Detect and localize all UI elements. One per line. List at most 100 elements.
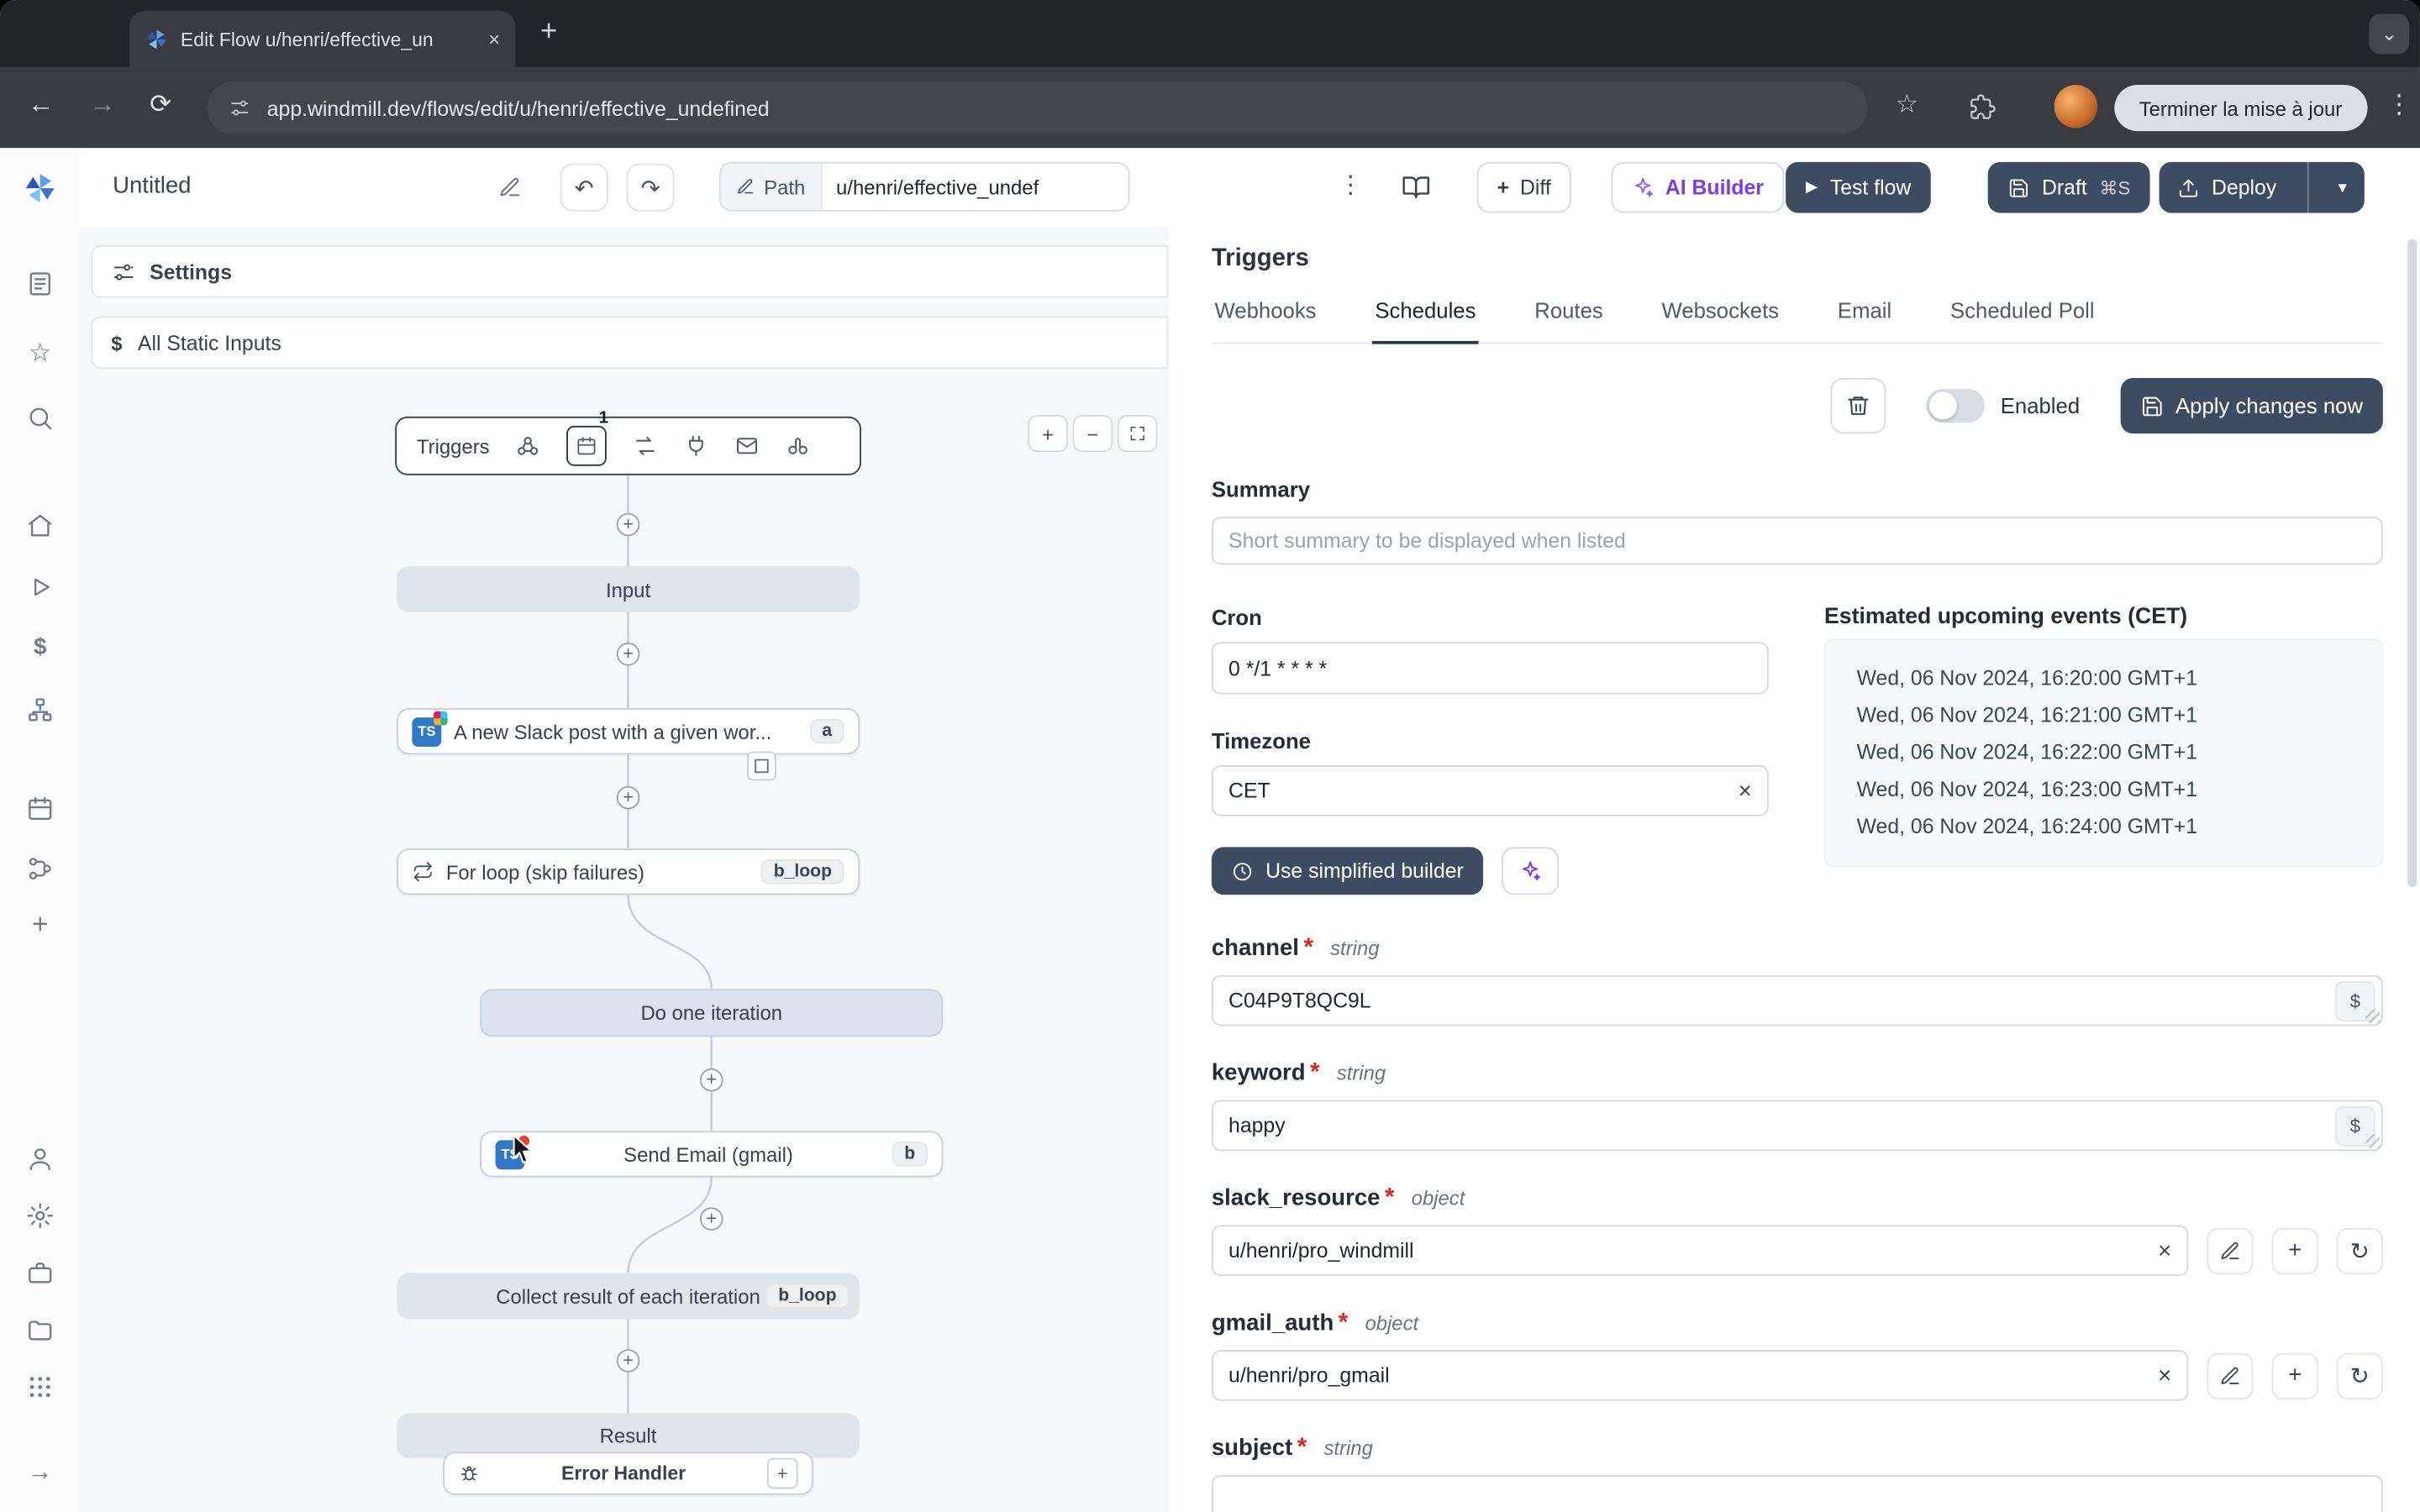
reload-button[interactable]: ⟳ xyxy=(150,90,171,121)
add-resource-button[interactable]: + xyxy=(2271,1227,2318,1274)
websocket-trigger-icon[interactable] xyxy=(684,433,708,458)
simplified-builder-button[interactable]: Use simplified builder xyxy=(1211,847,1484,895)
slack-resource-input[interactable] xyxy=(1211,1225,2189,1276)
sidebar-item-account[interactable] xyxy=(0,1145,81,1173)
zoom-out-button[interactable]: − xyxy=(1072,415,1113,453)
sidebar-item-runs-play[interactable] xyxy=(0,574,81,600)
tab-routes[interactable]: Routes xyxy=(1532,297,1607,342)
schedule-trigger-button[interactable]: 1 xyxy=(566,409,608,466)
ai-cron-button[interactable] xyxy=(1502,847,1560,895)
ai-builder-button[interactable]: AI Builder xyxy=(1611,161,1784,213)
input-node[interactable]: Input xyxy=(397,566,860,613)
back-button[interactable]: ← xyxy=(28,90,54,121)
tab-close-icon[interactable]: × xyxy=(488,28,500,51)
sidebar-item-workers[interactable] xyxy=(0,1259,81,1287)
draft-button[interactable]: Draft ⌘S xyxy=(1987,161,2151,213)
path-input[interactable] xyxy=(822,163,1128,210)
insert-step-button[interactable]: + xyxy=(616,642,640,666)
subject-input[interactable] xyxy=(1211,1474,2383,1512)
bookmark-star-icon[interactable]: ☆ xyxy=(1896,90,1919,121)
tab-search-chevron-icon[interactable]: ⌄ xyxy=(2369,13,2410,55)
iteration-node[interactable]: Do one iteration xyxy=(480,989,944,1037)
forward-button[interactable]: → xyxy=(90,90,116,121)
sidebar-item-home[interactable] xyxy=(0,512,81,540)
email-step-node[interactable]: TS Send Email (gmail) b xyxy=(480,1131,944,1178)
address-bar[interactable]: app.windmill.dev/flows/edit/u/henri/effe… xyxy=(207,81,1868,134)
insert-step-button[interactable]: + xyxy=(699,1068,723,1092)
zoom-in-button[interactable]: + xyxy=(1028,415,1069,453)
timezone-clear-icon[interactable]: × xyxy=(1739,778,1752,804)
tab-webhooks[interactable]: Webhooks xyxy=(1212,297,1319,342)
poll-trigger-icon[interactable] xyxy=(786,433,810,458)
sidebar-item-add[interactable]: + xyxy=(0,909,81,942)
timezone-input[interactable] xyxy=(1211,765,1769,816)
add-resource-button[interactable]: + xyxy=(2271,1352,2318,1399)
new-tab-button[interactable]: + xyxy=(540,15,557,49)
cron-input[interactable] xyxy=(1211,642,1769,695)
sidebar-item-runs[interactable] xyxy=(0,270,81,297)
gmail-auth-input[interactable] xyxy=(1211,1350,2189,1401)
sidebar-item-folders[interactable] xyxy=(0,1316,81,1344)
forloop-node[interactable]: For loop (skip failures) b_loop xyxy=(397,848,860,895)
extensions-puzzle-icon[interactable] xyxy=(1970,94,1996,120)
webhook-trigger-icon[interactable] xyxy=(516,433,540,458)
site-controls-icon[interactable] xyxy=(229,97,250,119)
insert-step-button[interactable]: + xyxy=(616,785,640,810)
deploy-chevron-icon[interactable]: ▾ xyxy=(2321,177,2364,197)
channel-input[interactable] xyxy=(1211,974,2383,1026)
sidebar-item-resources[interactable] xyxy=(0,696,81,723)
collapse-subflow-button[interactable] xyxy=(746,751,776,781)
add-error-handler-button[interactable]: + xyxy=(766,1457,798,1489)
delete-schedule-button[interactable] xyxy=(1830,377,1886,434)
sidebar-item-settings-gear-icon[interactable] xyxy=(0,1202,81,1230)
enabled-toggle[interactable] xyxy=(1926,388,1986,423)
collect-node[interactable]: Collect result of each iteration b_loop xyxy=(397,1273,860,1320)
error-handler-node[interactable]: Error Handler + xyxy=(443,1452,813,1495)
edit-resource-button[interactable] xyxy=(2207,1227,2254,1274)
insert-step-button[interactable]: + xyxy=(699,1207,723,1231)
resize-handle[interactable] xyxy=(2365,1009,2381,1023)
sidebar-item-schedules[interactable] xyxy=(0,795,81,822)
path-segment[interactable]: Path xyxy=(720,163,823,210)
insert-step-button[interactable]: + xyxy=(616,1349,640,1373)
tab-scheduled-poll[interactable]: Scheduled Poll xyxy=(1947,297,2097,342)
refresh-resource-button[interactable]: ↻ xyxy=(2336,1352,2383,1399)
undo-button[interactable]: ↶ xyxy=(560,163,608,212)
sidebar-item-flows[interactable] xyxy=(0,855,81,883)
email-trigger-icon[interactable] xyxy=(735,433,760,458)
diff-button[interactable]: + Diff xyxy=(1476,161,1571,213)
browser-tab[interactable]: Edit Flow u/henri/effective_un × xyxy=(129,10,516,68)
resize-handle[interactable] xyxy=(2365,1133,2381,1148)
browser-update-button[interactable]: Terminer la mise à jour xyxy=(2114,85,2367,132)
insert-step-button[interactable]: + xyxy=(616,512,640,537)
sidebar-item-variables[interactable]: $ xyxy=(0,634,81,660)
slack-resource-clear-icon[interactable]: × xyxy=(2158,1237,2171,1263)
tab-email[interactable]: Email xyxy=(1834,297,1895,342)
redo-button[interactable]: ↷ xyxy=(626,163,675,212)
tab-schedules[interactable]: Schedules xyxy=(1371,297,1480,344)
sidebar-expand-arrow-icon[interactable]: → xyxy=(0,1460,81,1488)
more-options-kebab-icon[interactable]: ⋮ xyxy=(1338,170,1362,201)
panel-scrollbar[interactable] xyxy=(2407,239,2417,888)
profile-avatar[interactable] xyxy=(2054,85,2098,129)
browser-menu-kebab-icon[interactable]: ⋮ xyxy=(2386,90,2412,121)
slack-step-node[interactable]: TS A new Slack post with a given wor... … xyxy=(397,708,860,755)
edit-resource-button[interactable] xyxy=(2207,1352,2254,1399)
gmail-auth-clear-icon[interactable]: × xyxy=(2158,1362,2171,1389)
test-flow-button[interactable]: ▶ Test flow xyxy=(1786,161,1932,213)
apply-changes-button[interactable]: Apply changes now xyxy=(2119,377,2383,434)
sidebar-item-favorites[interactable]: ☆ xyxy=(0,338,81,369)
tab-websockets[interactable]: Websockets xyxy=(1659,297,1782,342)
sidebar-item-apps-grid-icon[interactable] xyxy=(0,1373,81,1401)
sidebar-item-search[interactable] xyxy=(0,404,81,432)
triggers-node[interactable]: Triggers 1 xyxy=(395,409,861,475)
edit-title-pencil-icon[interactable] xyxy=(498,176,522,199)
deploy-button[interactable]: Deploy xyxy=(2160,176,2296,199)
summary-input[interactable] xyxy=(1211,517,2383,565)
keyword-input[interactable] xyxy=(1211,1100,2383,1152)
flow-title[interactable]: Untitled xyxy=(113,173,191,199)
docs-book-icon[interactable] xyxy=(1402,173,1431,202)
fit-view-button[interactable] xyxy=(1117,415,1158,453)
routes-trigger-icon[interactable] xyxy=(633,433,657,458)
windmill-logo[interactable] xyxy=(0,171,81,205)
